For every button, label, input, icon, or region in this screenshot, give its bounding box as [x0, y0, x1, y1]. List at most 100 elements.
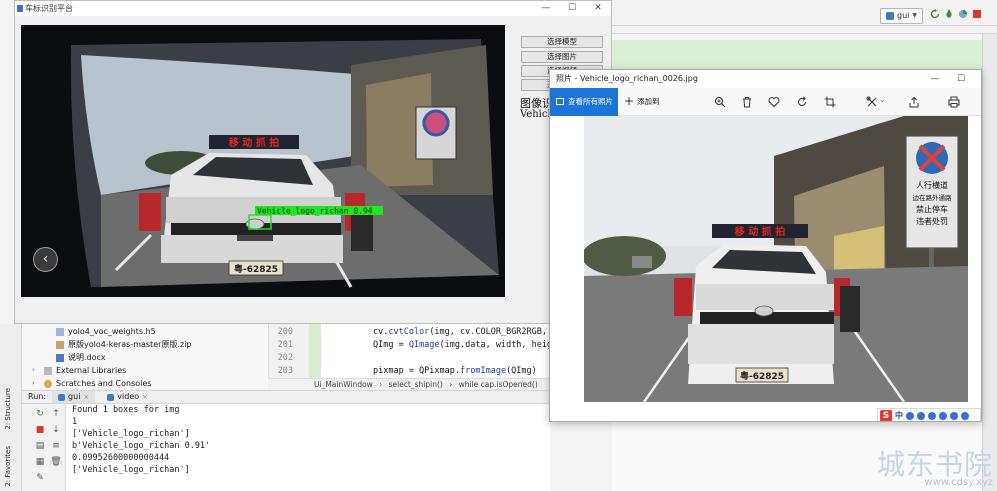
console-line: 0.09952600000000444: [72, 453, 170, 463]
maximize-icon[interactable]: ☐: [948, 70, 974, 88]
code-editor[interactable]: 200 cv.cvtColor(img, cv.COLOR_BGR2RGB, i…: [268, 324, 558, 378]
minimize-icon[interactable]: —: [922, 70, 948, 88]
code-line: 203 pixmap = QPixmap.fromImage(QImg): [277, 366, 537, 376]
run-tab-video[interactable]: video ×: [101, 391, 154, 403]
see-all-photos-button[interactable]: 查看所有照片: [550, 88, 618, 116]
chevron-down-icon: ▼: [912, 12, 917, 19]
tree-item-weights[interactable]: yolo4_voc_weights.h5: [56, 325, 156, 338]
code-line: 202: [277, 353, 293, 363]
edit-tools-icon[interactable]: [866, 96, 878, 108]
share-icon[interactable]: [908, 96, 920, 108]
code-line: 200 cv.cvtColor(img, cv.COLOR_BGR2RGB, i: [277, 327, 558, 337]
photos-viewer-window: 照片 - Vehicle_logo_richan_0026.jpg — ☐ 查看…: [549, 69, 982, 422]
tree-item-external-libraries[interactable]: › External Libraries: [32, 364, 126, 377]
plate-text: 粤-62825: [234, 263, 278, 275]
console-line: ['Vehicle_logo_richan']: [72, 429, 190, 439]
run-panel-header: Run: gui × video ×: [22, 390, 550, 404]
emoji-icon[interactable]: [917, 411, 925, 420]
photos-toolbar: 查看所有照片 + 添加到 ⌄: [550, 88, 981, 116]
rerun-icon[interactable]: ↻: [34, 408, 46, 420]
select-image-button[interactable]: 选择图片: [521, 51, 603, 63]
arrow-down-icon[interactable]: ↓: [50, 424, 62, 436]
photos-titlebar: 照片 - Vehicle_logo_richan_0026.jpg — ☐: [550, 70, 981, 88]
console-line: Found 1 boxes for img: [72, 405, 180, 415]
project-tree: yolo4_voc_weights.h5 原版yolo4-keras-maste…: [22, 324, 268, 388]
breadcrumb-item[interactable]: select_shipin(): [389, 380, 443, 389]
detection-image-view: 移 动 抓 拍 粤-62825 Vehicle_logo_richan 0.94…: [21, 25, 505, 297]
ime-mode-indicator[interactable]: 中: [895, 410, 903, 421]
run-tab-gui[interactable]: gui ×: [52, 391, 96, 403]
photos-icon: [556, 98, 564, 105]
punctuation-icon[interactable]: [906, 411, 914, 420]
breadcrumb-separator: ›: [449, 380, 453, 389]
python-icon: [107, 393, 115, 401]
trash-icon[interactable]: 🗑: [50, 456, 62, 468]
zip-icon: [56, 340, 64, 349]
console-line: ['Vehicle_logo_richan']: [72, 465, 190, 475]
minimize-icon[interactable]: —: [533, 1, 559, 16]
stop-icon[interactable]: ■: [34, 424, 46, 436]
run-console-output[interactable]: Found 1 boxes for img 1 ['Vehicle_logo_r…: [66, 404, 550, 491]
left-tool-strip: 2: Structure 2: Favorites: [0, 324, 22, 491]
previous-image-button[interactable]: ‹: [33, 247, 58, 272]
rerun-icon[interactable]: [930, 9, 940, 19]
trash-icon[interactable]: [741, 96, 753, 108]
chevron-down-icon[interactable]: ⌄: [879, 95, 891, 107]
breadcrumb-item[interactable]: Ui_MainWindow: [314, 380, 373, 389]
plus-icon: +: [624, 94, 635, 108]
doc-icon: [56, 353, 64, 362]
desktop: gui ▼ 2: Structure 2: Favorites yolo4_vo…: [0, 0, 997, 491]
favorites-tab[interactable]: 2: Favorites: [4, 446, 12, 487]
heart-icon[interactable]: [768, 96, 780, 108]
keyboard-icon[interactable]: [939, 411, 947, 420]
sign-text: 人行横道: [916, 180, 948, 190]
run-toolbar: ↻ ↑ ■ ↓ ▤ ≡ ▦ 🗑 ✎: [22, 404, 66, 491]
debug-icon[interactable]: [944, 9, 954, 19]
tree-item-scratches[interactable]: › Scratches and Consoles: [32, 377, 151, 390]
input-method-toolbar[interactable]: S 中: [877, 408, 981, 421]
close-icon[interactable]: ×: [142, 391, 148, 403]
rotate-icon[interactable]: [796, 96, 808, 108]
maximize-icon[interactable]: ☐: [559, 1, 585, 16]
skin-icon[interactable]: [950, 411, 958, 420]
photos-title: 照片 - Vehicle_logo_richan_0026.jpg: [556, 74, 698, 83]
print-icon[interactable]: ▦: [34, 456, 46, 468]
arrow-up-icon[interactable]: ↑: [50, 408, 62, 420]
breadcrumb-item[interactable]: while cap.isOpened(): [459, 380, 538, 389]
coverage-icon[interactable]: [958, 9, 968, 19]
microphone-icon[interactable]: [928, 411, 936, 420]
tree-item-docx[interactable]: 说明.docx: [56, 351, 106, 364]
file-icon: [56, 327, 64, 336]
toolbox-icon[interactable]: [961, 411, 969, 420]
select-model-button[interactable]: 选择模型: [521, 36, 603, 48]
sogou-icon: S: [880, 409, 892, 421]
breadcrumb: Ui_MainWindow › select_shipin() › while …: [268, 378, 550, 390]
crop-icon[interactable]: [824, 96, 836, 108]
toolbar-divider: [612, 25, 997, 26]
run-config-label: gui: [897, 11, 910, 20]
close-icon[interactable]: ×: [83, 391, 89, 403]
detection-image: 移 动 抓 拍 粤-62825 Vehicle_logo_richan 0.94: [21, 25, 505, 297]
stop-icon[interactable]: [972, 9, 982, 19]
add-to-button[interactable]: + 添加到: [624, 88, 660, 116]
run-config-selector[interactable]: gui ▼: [880, 8, 923, 24]
close-icon[interactable]: ✕: [585, 1, 611, 16]
police-sign-text: 移 动 抓 拍: [735, 225, 785, 238]
pin-icon[interactable]: ✎: [34, 472, 46, 484]
tree-item-zip[interactable]: 原版yolo4-keras-master原版.zip: [56, 338, 192, 351]
app-icon: [17, 5, 23, 12]
app-title: 车标识别平台: [25, 4, 73, 13]
layout-icon[interactable]: ▤: [34, 440, 46, 452]
code-line: 201 QImg = QImage(img.data, width, heigh: [277, 340, 558, 350]
app-titlebar: 车标识别平台 — ☐ ✕: [15, 1, 611, 16]
console-line: b'Vehicle_logo_richan 0.91': [72, 441, 211, 451]
photo-canvas: 人行横道 边在路外通路 禁止停车 违者处罚 移 动 抓 拍 粤-62825 S …: [550, 116, 981, 421]
print-icon[interactable]: [948, 96, 960, 108]
sign-text: 违者处罚: [916, 216, 948, 226]
vehicle-photo: 人行横道 边在路外通路 禁止停车 违者处罚 移 动 抓 拍 粤-62825: [584, 116, 968, 402]
wrap-icon[interactable]: ≡: [50, 440, 62, 452]
structure-tab[interactable]: 2: Structure: [4, 388, 12, 430]
console-line: 1: [72, 417, 78, 427]
sign-text: 禁止停车: [916, 204, 948, 214]
zoom-icon[interactable]: [714, 96, 726, 108]
